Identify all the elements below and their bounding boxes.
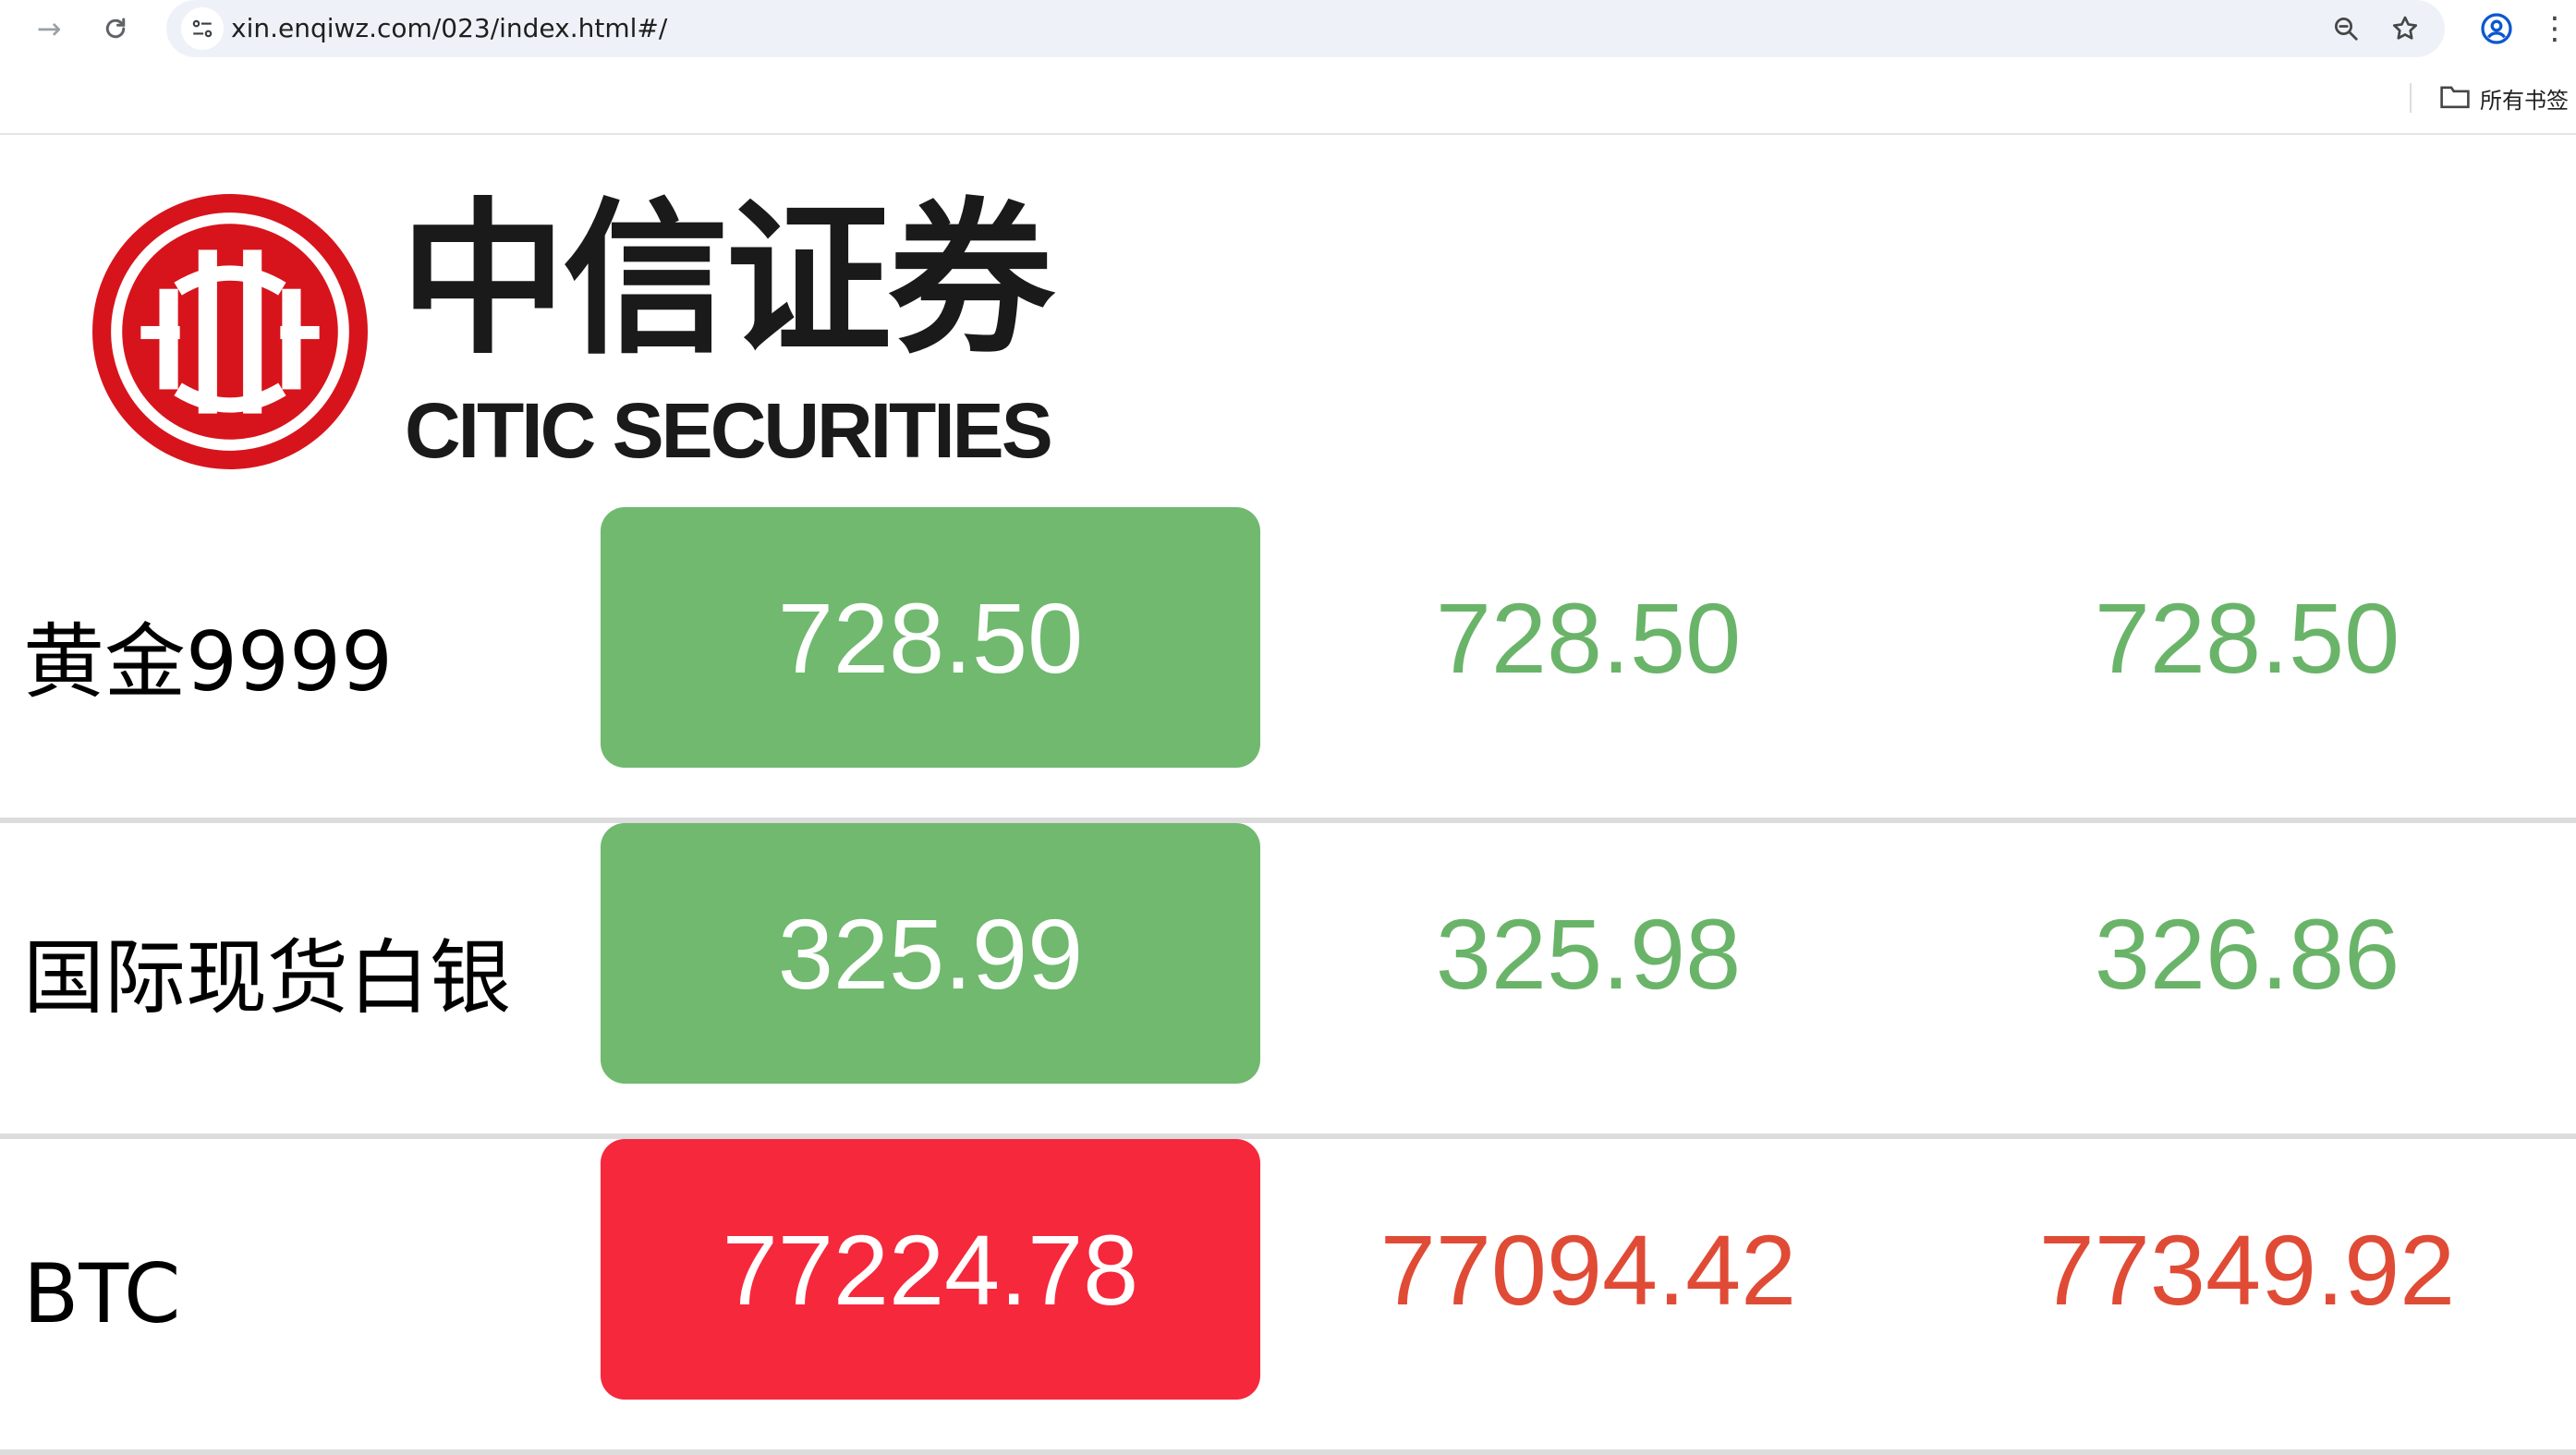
quote-row: BTC 77224.78 77094.42 77349.92: [0, 1139, 2576, 1455]
reload-icon[interactable]: [92, 6, 139, 52]
folder-icon: [2439, 82, 2471, 115]
address-bar[interactable]: xin.enqiwz.com/023/index.html#/: [166, 0, 2445, 57]
high-price: 326.86: [2094, 897, 2400, 1010]
bookmarks-divider: [2410, 83, 2412, 113]
zoom-icon[interactable]: [2325, 7, 2367, 50]
quote-name: 国际现货白银: [23, 930, 512, 1025]
quote-name: BTC: [23, 1246, 181, 1341]
logo-english-name: CITIC SECURITIES: [405, 387, 1053, 474]
arrow-right-icon[interactable]: →: [26, 6, 72, 52]
quote-name: 黄金9999: [23, 614, 393, 709]
high-price: 728.50: [2094, 581, 2400, 694]
browser-chrome: → xin.enqiwz.com/023/index.html#/ ⋮ 所有书签: [0, 0, 2576, 135]
low-price: 77094.42: [1379, 1213, 1797, 1326]
logo-chinese-name: 中信证券: [400, 182, 1054, 377]
quote-row: 黄金9999 728.50 728.50 728.50: [0, 507, 2576, 823]
all-bookmarks-folder[interactable]: 所有书签: [2439, 78, 2569, 118]
more-vertical-icon[interactable]: ⋮: [2539, 7, 2570, 50]
low-price: 728.50: [1435, 581, 1742, 694]
citic-logo: 中信证券 CITIC SECURITIES: [91, 188, 1088, 479]
url-text[interactable]: xin.enqiwz.com/023/index.html#/: [231, 0, 667, 57]
low-price: 325.98: [1435, 897, 1742, 1010]
quote-row: 国际现货白银 325.99 325.98 326.86: [0, 823, 2576, 1139]
bookmarks-bar: 所有书签: [0, 72, 2576, 124]
high-price: 77349.92: [2038, 1213, 2456, 1326]
all-bookmarks-label: 所有书签: [2480, 87, 2569, 114]
site-settings-icon[interactable]: [181, 7, 224, 50]
current-price-box: 77224.78: [601, 1139, 1260, 1400]
citic-emblem-icon: [92, 194, 368, 469]
browser-toolbar: → xin.enqiwz.com/023/index.html#/ ⋮: [0, 0, 2576, 57]
current-price-box: 325.99: [601, 823, 1260, 1084]
current-price-box: 728.50: [601, 507, 1260, 768]
star-icon[interactable]: [2384, 7, 2426, 50]
row-divider: [0, 1449, 2576, 1455]
profile-icon[interactable]: [2475, 7, 2518, 50]
page-content: 中信证券 CITIC SECURITIES 黄金9999 728.50 728.…: [0, 135, 2576, 1455]
